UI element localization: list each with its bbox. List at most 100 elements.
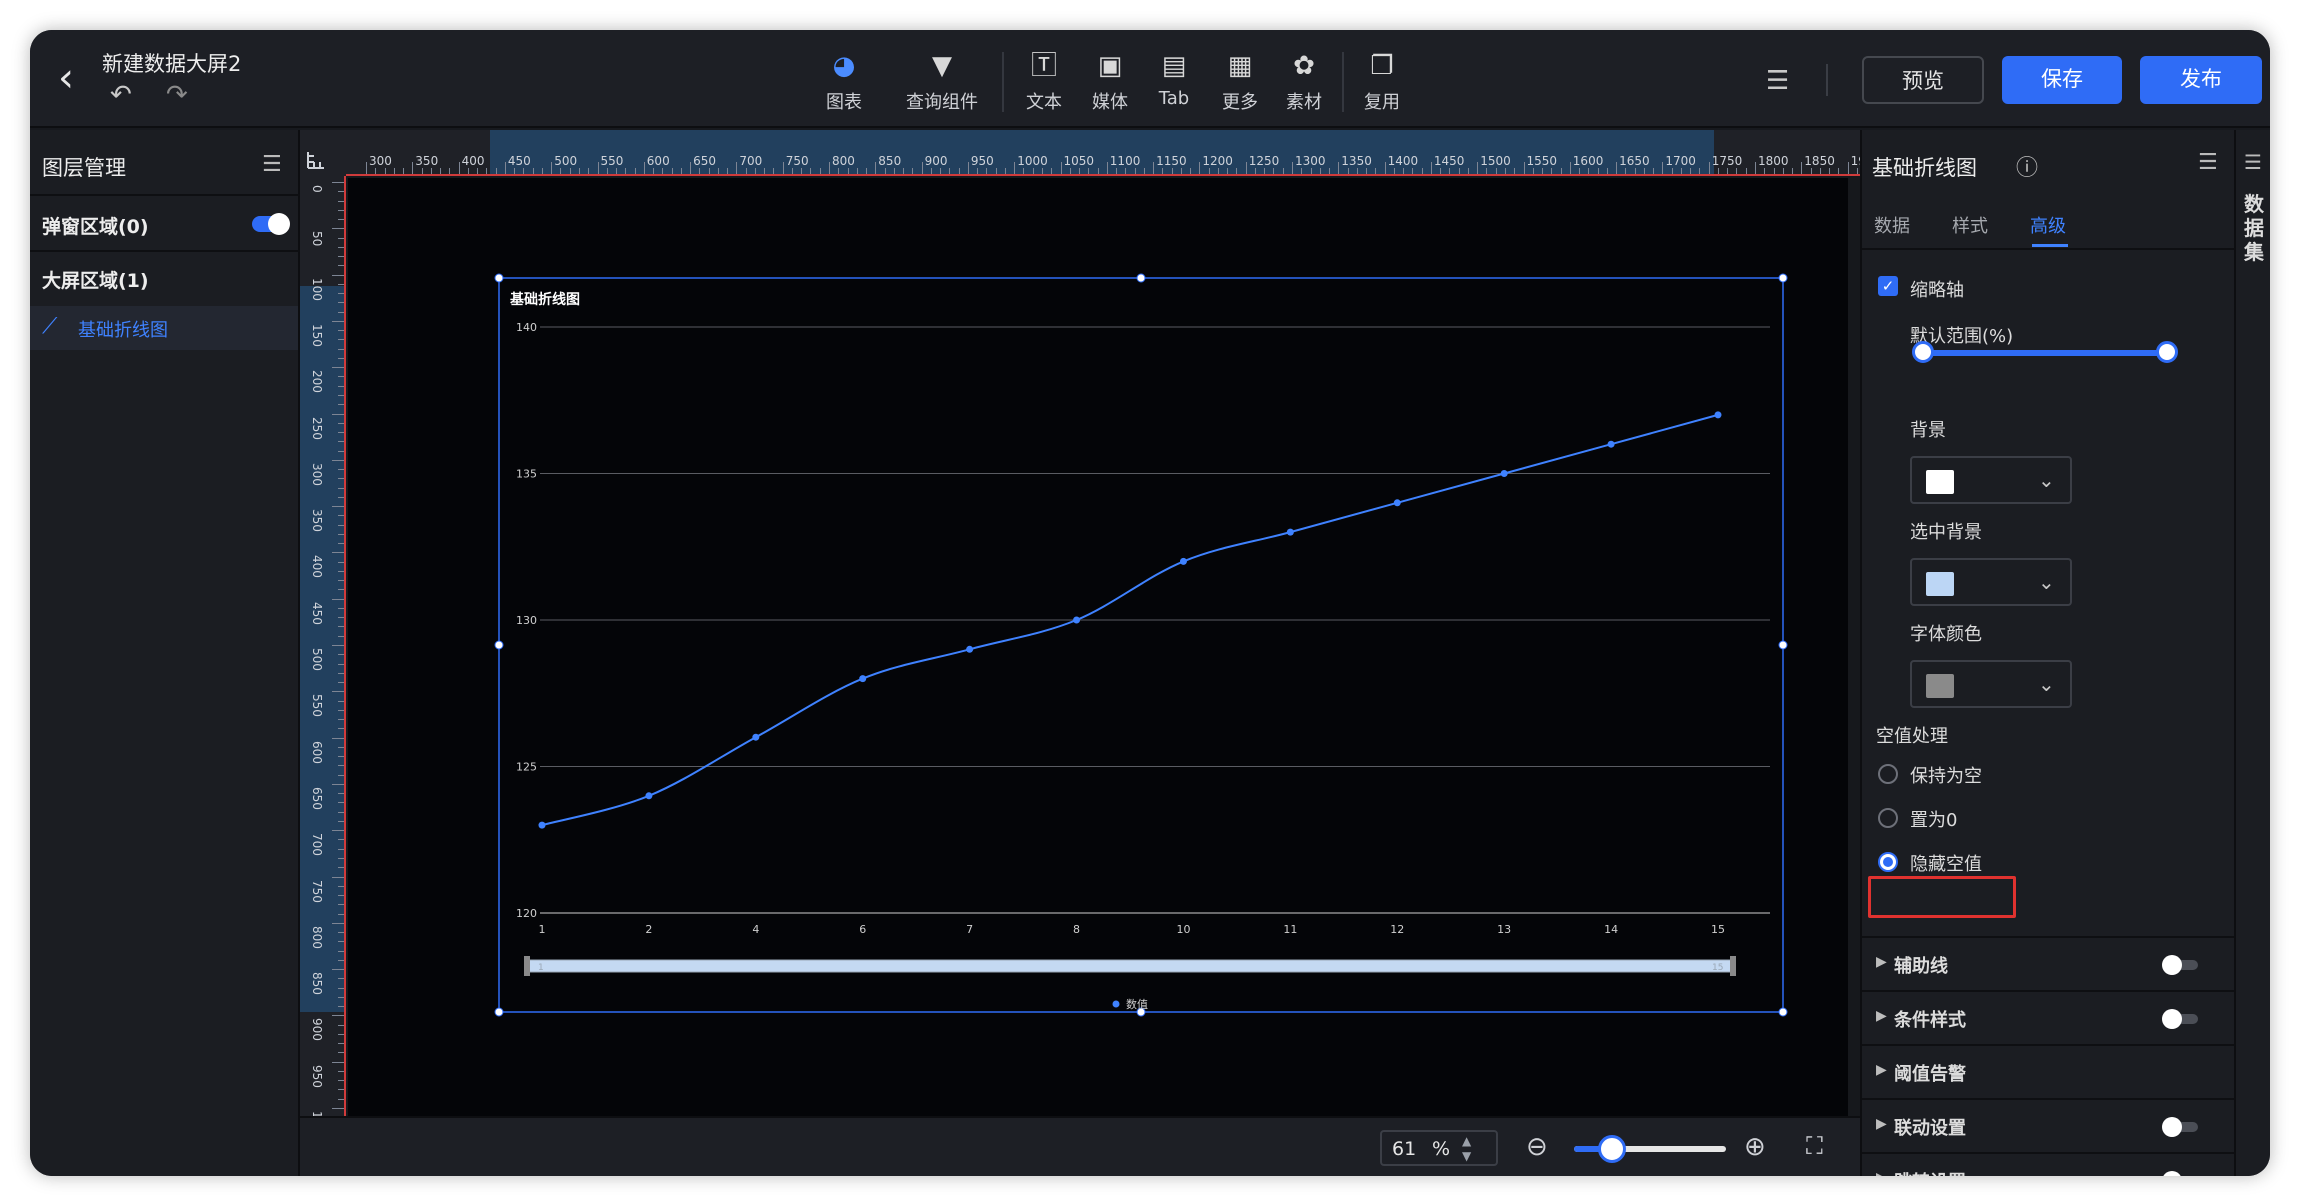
range-end-handle[interactable] (2156, 341, 2178, 363)
section-conditional-style[interactable]: ▶ 条件样式 (1862, 990, 2236, 1044)
data-point (859, 675, 867, 683)
layer-item-line-chart[interactable]: ⟋ 基础折线图 (30, 306, 298, 350)
ruler-minor-tick (680, 168, 682, 174)
background-color-picker[interactable]: ⌄ (1910, 456, 2072, 504)
null-handling-label: 空值处理 (1876, 726, 1948, 747)
linkage-toggle[interactable] (2162, 1117, 2198, 1137)
ruler-tick (1060, 162, 1062, 174)
resize-handle[interactable] (1778, 640, 1788, 650)
font-color-picker[interactable]: ⌄ (1910, 660, 2072, 708)
ruler-tick-label: 1400 (1387, 154, 1419, 168)
radio-hide-null[interactable] (1878, 852, 1898, 872)
section-threshold-alert[interactable]: ▶ 阈值告警 (1862, 1044, 2236, 1098)
conditional-style-toggle[interactable] (2162, 1009, 2198, 1029)
section-auxiliary-line[interactable]: ▶ 辅助线 (1862, 936, 2236, 990)
ruler-minor-tick (1514, 168, 1516, 174)
tool-material-button[interactable]: ✿ 素材 (1264, 48, 1344, 118)
ruler-minor-tick (1551, 168, 1553, 174)
auxiliary-line-toggle[interactable] (2162, 955, 2198, 975)
menu-icon[interactable]: ☰ (2198, 150, 2218, 175)
ruler-tick (332, 645, 344, 646)
zoom-out-icon[interactable]: ⊖ (1526, 1132, 1548, 1162)
divider (1862, 248, 2236, 250)
zoom-slider-handle[interactable] (1598, 1135, 1626, 1163)
radio-set-zero[interactable] (1878, 808, 1898, 828)
resize-handle[interactable] (1778, 1007, 1788, 1017)
range-start-handle[interactable] (1912, 341, 1934, 363)
ruler-minor-tick (338, 543, 344, 545)
tab-data[interactable]: 数据 (1874, 212, 1910, 238)
ruler-minor-tick (338, 348, 344, 350)
ruler-minor-tick (1097, 168, 1099, 174)
resize-handle[interactable] (1136, 273, 1146, 283)
ruler-tick-label: 750 (785, 154, 809, 168)
vertical-ruler[interactable]: 0 50 100 150 200 250 300 350 400 450 500 550 600 650 7… (300, 176, 346, 1116)
chevron-down-icon: ⌄ (2038, 570, 2055, 594)
ruler-minor-tick (1004, 168, 1006, 174)
screen-title[interactable]: 新建数据大屏2 (102, 48, 241, 78)
ruler-tick-label: 1800 (1758, 154, 1789, 168)
ruler-minor-tick (338, 774, 344, 776)
section-linkage[interactable]: ▶ 联动设置 (1862, 1098, 2236, 1152)
zoom-slider[interactable] (1574, 1135, 1726, 1163)
redo-icon[interactable]: ↷ (166, 80, 188, 110)
ruler-tick-label: 950 (970, 154, 994, 168)
ruler-minor-tick (338, 987, 344, 989)
ruler-minor-tick (1440, 168, 1442, 174)
ruler-minor-tick (338, 1043, 344, 1045)
zoom-in-icon[interactable]: ⊕ (1744, 1132, 1766, 1162)
tool-reuse-button[interactable]: ❐ 复用 (1342, 48, 1422, 118)
dataset-side-tab[interactable]: ☰ 数据集 (2234, 130, 2270, 1176)
radio-set-zero-label: 置为0 (1910, 810, 1958, 831)
ruler-corner-icon[interactable] (300, 130, 346, 176)
menu-icon[interactable]: ☰ (262, 152, 282, 177)
ruler-minor-tick (338, 422, 344, 424)
canvas-stage[interactable]: 基础折线图 120 125 130 135 140 1 2 4 6 7 8 10 11 12 13 14 15… (348, 178, 1848, 1116)
line-chart[interactable]: 基础折线图 120125130135140 1 2 4 6 7 8 10 11 12 13 14 15… (348, 178, 1848, 1116)
fit-screen-icon[interactable]: ⛶ (1806, 1132, 1823, 1160)
tool-query-button[interactable]: ▼ 查询组件 (902, 48, 982, 118)
tool-chart-button[interactable]: ◕ 图表 (804, 48, 884, 118)
stepper-arrows-icon[interactable]: ▲ ▼ (1462, 1134, 1471, 1164)
resize-handle[interactable] (494, 1007, 504, 1017)
ruler-minor-tick (338, 237, 344, 239)
radio-keep-null[interactable] (1878, 764, 1898, 784)
resize-handle[interactable] (494, 640, 504, 650)
info-icon[interactable]: ⓘ (2016, 150, 2038, 182)
ruler-minor-tick (338, 432, 344, 434)
save-button[interactable]: 保存 (2002, 56, 2122, 104)
default-range-slider[interactable] (1912, 341, 2178, 363)
settings-sliders-icon[interactable]: ☰ (1766, 66, 1789, 96)
radio-hide-null-label: 隐藏空值 (1910, 854, 1982, 875)
menu-icon[interactable]: ☰ (2244, 150, 2262, 174)
tab-style[interactable]: 样式 (1952, 212, 1988, 238)
chart-selection-frame (498, 277, 1784, 1013)
ruler-minor-tick (1134, 168, 1136, 174)
ruler-minor-tick (1625, 168, 1627, 174)
zoom-input[interactable]: 61 % ▲ ▼ (1380, 1130, 1498, 1166)
ruler-tick-label: 300 (310, 462, 324, 486)
back-icon[interactable]: ‹ (58, 58, 98, 98)
popup-area-toggle[interactable] (252, 213, 290, 235)
ruler-tick (332, 1108, 344, 1109)
thumbnail-axis-checkbox[interactable]: ✓ (1878, 276, 1898, 296)
preview-button[interactable]: 预览 (1862, 56, 1984, 104)
horizontal-ruler[interactable]: 300 350 400 450 500 550 600 650 700 750 800 850 900 9… (300, 130, 1860, 176)
undo-icon[interactable]: ↶ (110, 80, 132, 110)
data-point (1286, 528, 1294, 536)
section-jump[interactable]: ▶ 跳转设置 (1862, 1152, 2236, 1176)
resize-handle[interactable] (494, 273, 504, 283)
chart-title: 基础折线图 (510, 291, 580, 308)
tab-advanced[interactable]: 高级 (2030, 212, 2066, 238)
ruler-minor-tick (421, 168, 423, 174)
x-tick-label: 6 (859, 923, 866, 936)
ruler-minor-tick (338, 635, 344, 637)
publish-button[interactable]: 发布 (2140, 56, 2262, 104)
ruler-minor-tick (1319, 168, 1321, 174)
ruler-minor-tick (1736, 168, 1738, 174)
selected-background-color-picker[interactable]: ⌄ (1910, 558, 2072, 606)
ruler-minor-tick (1560, 168, 1562, 174)
header-divider (1826, 64, 1828, 96)
resize-handle[interactable] (1778, 273, 1788, 283)
ruler-minor-tick (338, 515, 344, 517)
